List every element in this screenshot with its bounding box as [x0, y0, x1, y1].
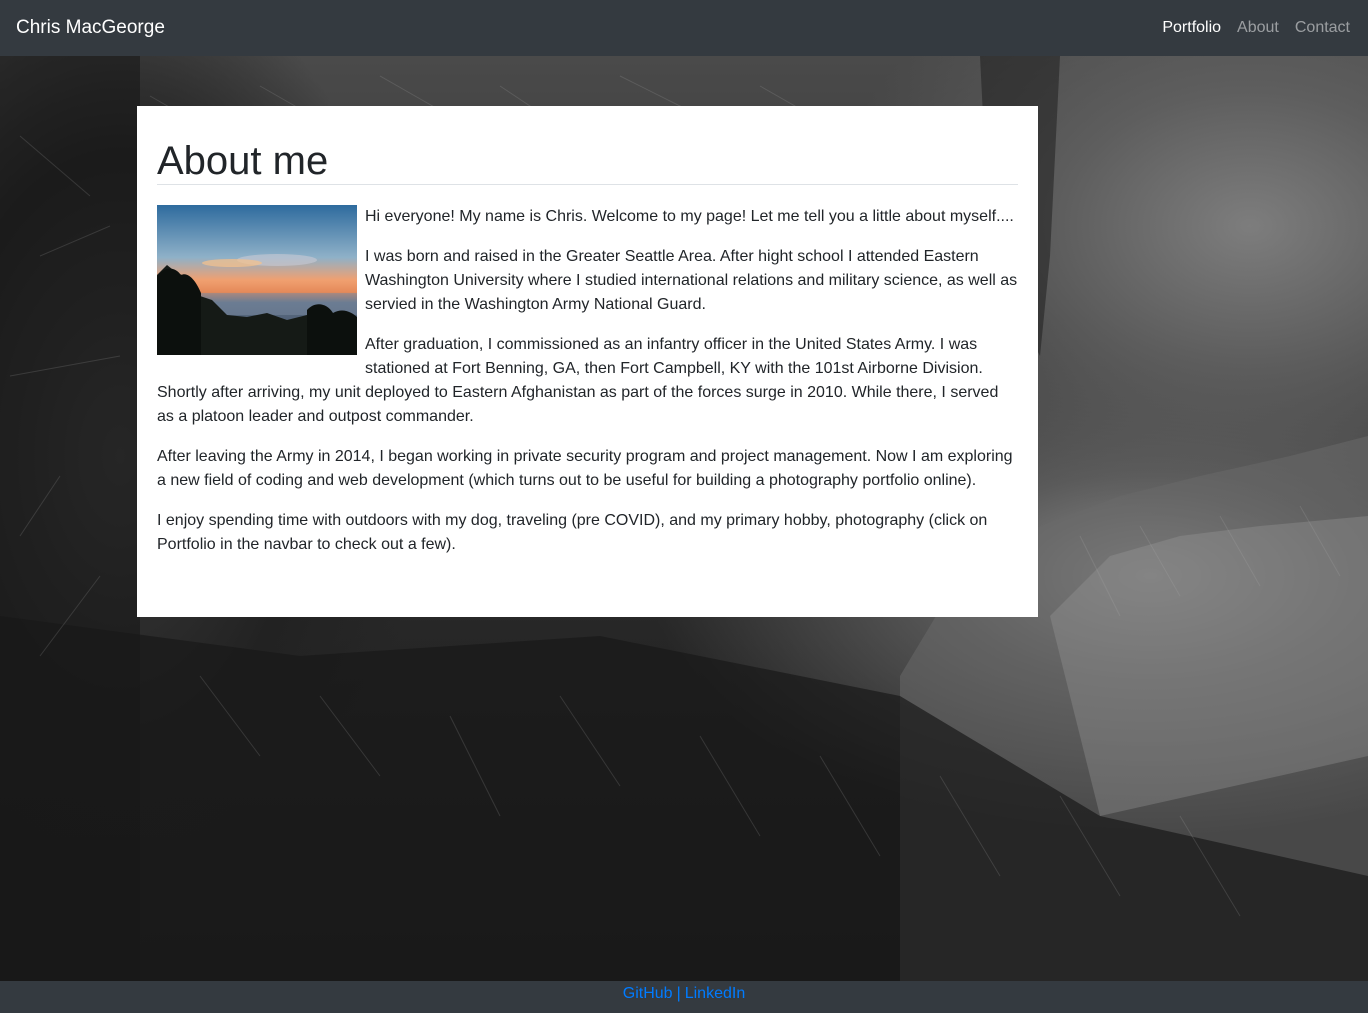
nav-link-contact[interactable]: Contact — [1287, 18, 1358, 38]
linkedin-link[interactable]: LinkedIn — [685, 985, 746, 1002]
career-paragraph: After leaving the Army in 2014, I began … — [157, 448, 1013, 489]
sunset-photo — [157, 205, 357, 355]
about-card: About me Hi everyone! My name is Chris. … — [137, 106, 1038, 617]
nav-link-portfolio[interactable]: Portfolio — [1154, 18, 1229, 38]
hobbies-paragraph: I enjoy spending time with outdoors with… — [157, 512, 988, 553]
footer: GitHub | LinkedIn — [0, 981, 1368, 1013]
page-title: About me — [157, 139, 329, 183]
footer-separator: | — [676, 985, 681, 1002]
nav-link-about[interactable]: About — [1229, 18, 1287, 38]
github-link[interactable]: GitHub — [623, 985, 673, 1002]
nav-links: Portfolio About Contact — [1154, 18, 1358, 38]
title-divider — [157, 184, 1018, 185]
navbar-brand[interactable]: Chris MacGeorge — [16, 16, 165, 40]
navbar: Chris MacGeorge Portfolio About Contact — [0, 0, 1368, 56]
